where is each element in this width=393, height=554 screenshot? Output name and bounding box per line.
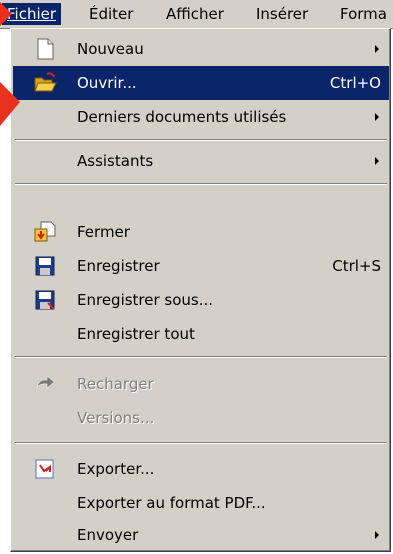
menu-format[interactable]: Forma <box>335 3 392 25</box>
menu-item-label: Exporter au format PDF... <box>77 494 266 512</box>
menubar: Fichier Éditer Afficher Insérer Forma <box>0 0 393 29</box>
menu-item-label: Ouvrir... <box>77 74 137 92</box>
menu-item-fermer[interactable]: Fermer <box>13 215 389 249</box>
menu-separator <box>15 139 387 141</box>
menu-separator <box>15 356 387 358</box>
menu-item-label: Versions... <box>77 409 155 427</box>
menu-separator <box>15 183 387 185</box>
menu-afficher[interactable]: Afficher <box>161 3 229 25</box>
pointer-arrow-icon <box>0 2 12 26</box>
menu-item-envoyer[interactable]: Envoyer <box>13 518 389 551</box>
menu-item-label: Fermer <box>77 223 130 241</box>
open-folder-icon <box>33 71 57 95</box>
reload-icon <box>33 372 57 396</box>
shortcut-label: Ctrl+O <box>329 74 381 92</box>
menu-item-label: Envoyer <box>77 526 139 544</box>
submenu-arrow-icon <box>375 531 379 539</box>
submenu-arrow-icon <box>375 113 379 121</box>
menu-item-recent-documents[interactable]: Derniers documents utilisés <box>13 100 389 134</box>
menu-item-label: Enregistrer <box>77 257 160 275</box>
menu-fichier-label: Fichier <box>7 5 57 23</box>
save-as-icon <box>33 288 57 312</box>
menu-item-label: Nouveau <box>77 40 144 58</box>
menu-item-exporter[interactable]: Exporter... <box>13 452 389 486</box>
menu-item-recharger: Recharger <box>13 367 389 401</box>
pointer-arrow-icon <box>0 82 20 126</box>
menu-item-label: Exporter... <box>77 460 155 478</box>
menu-separator <box>15 442 387 444</box>
menu-item-enregistrer-sous[interactable]: Enregistrer sous... <box>13 283 389 317</box>
export-icon <box>33 457 57 481</box>
submenu-arrow-icon <box>375 45 379 53</box>
menu-editer[interactable]: Éditer <box>84 3 138 25</box>
menu-item-versions: Versions... <box>13 401 389 435</box>
save-icon <box>33 254 57 278</box>
menu-item-enregistrer[interactable]: Enregistrer Ctrl+S <box>13 249 389 283</box>
menu-item-exporter-pdf[interactable]: Exporter au format PDF... <box>13 486 389 520</box>
menu-item-label: Recharger <box>77 375 154 393</box>
file-menu-dropdown: Nouveau Ouvrir... Ctrl+O Derniers docume… <box>10 28 391 552</box>
menu-item-assistants[interactable]: Assistants <box>13 144 389 178</box>
submenu-arrow-icon <box>375 157 379 165</box>
menu-item-label: Derniers documents utilisés <box>77 108 287 126</box>
menu-item-label: Enregistrer sous... <box>77 291 214 309</box>
new-document-icon <box>33 37 57 61</box>
menu-item-label: Enregistrer tout <box>77 325 195 343</box>
menu-item-enregistrer-tout[interactable]: Enregistrer tout <box>13 317 389 351</box>
close-document-icon <box>33 220 57 244</box>
menu-item-label: Assistants <box>77 152 154 170</box>
menu-inserer[interactable]: Insérer <box>251 3 313 25</box>
menu-item-nouveau[interactable]: Nouveau <box>13 32 389 66</box>
menu-item-ouvrir[interactable]: Ouvrir... Ctrl+O <box>13 66 389 100</box>
shortcut-label: Ctrl+S <box>332 257 381 275</box>
